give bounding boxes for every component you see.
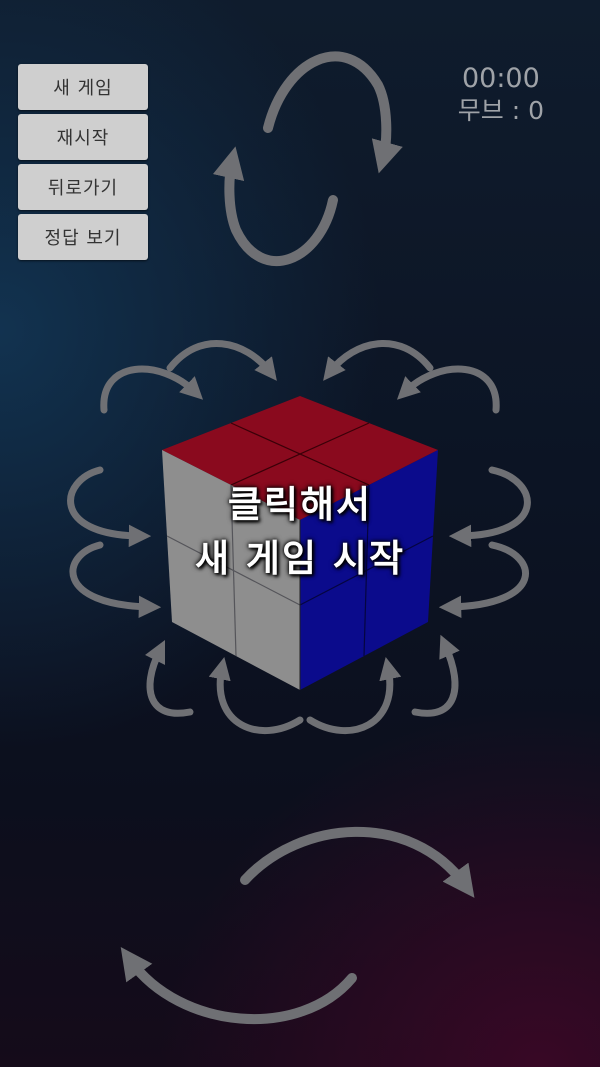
- top-rotate-arrow-cw-icon[interactable]: [263, 51, 403, 174]
- undo-button[interactable]: 뒤로가기: [18, 164, 148, 210]
- start-prompt[interactable]: 클릭해서 새 게임 시작: [0, 478, 600, 586]
- upper-arrow-1-icon[interactable]: [100, 365, 204, 414]
- lower-arrow-4-icon[interactable]: [411, 634, 460, 717]
- upper-arrow-2-icon[interactable]: [166, 340, 277, 381]
- restart-button[interactable]: 재시작: [18, 114, 148, 160]
- lower-arrow-1-icon[interactable]: [144, 639, 194, 717]
- bottom-rotate-arrow-right-icon[interactable]: [240, 826, 475, 898]
- move-counter: 무브 : 0: [457, 96, 544, 125]
- start-prompt-line2: 새 게임 시작: [195, 537, 405, 580]
- game-menu: 새 게임 재시작 뒤로가기 정답 보기: [18, 64, 148, 264]
- new-game-button[interactable]: 새 게임: [18, 64, 148, 110]
- show-answer-button[interactable]: 정답 보기: [18, 214, 148, 260]
- start-prompt-line1: 클릭해서: [227, 483, 373, 526]
- upper-arrow-3-icon[interactable]: [323, 340, 434, 381]
- game-stats: 00:00 무브 : 0: [458, 62, 544, 128]
- upper-arrow-4-icon[interactable]: [396, 365, 500, 414]
- bottom-rotate-arrow-left-icon[interactable]: [120, 946, 357, 1024]
- top-rotate-arrow-ccw-icon[interactable]: [212, 146, 338, 266]
- timer: 00:00: [461, 63, 540, 94]
